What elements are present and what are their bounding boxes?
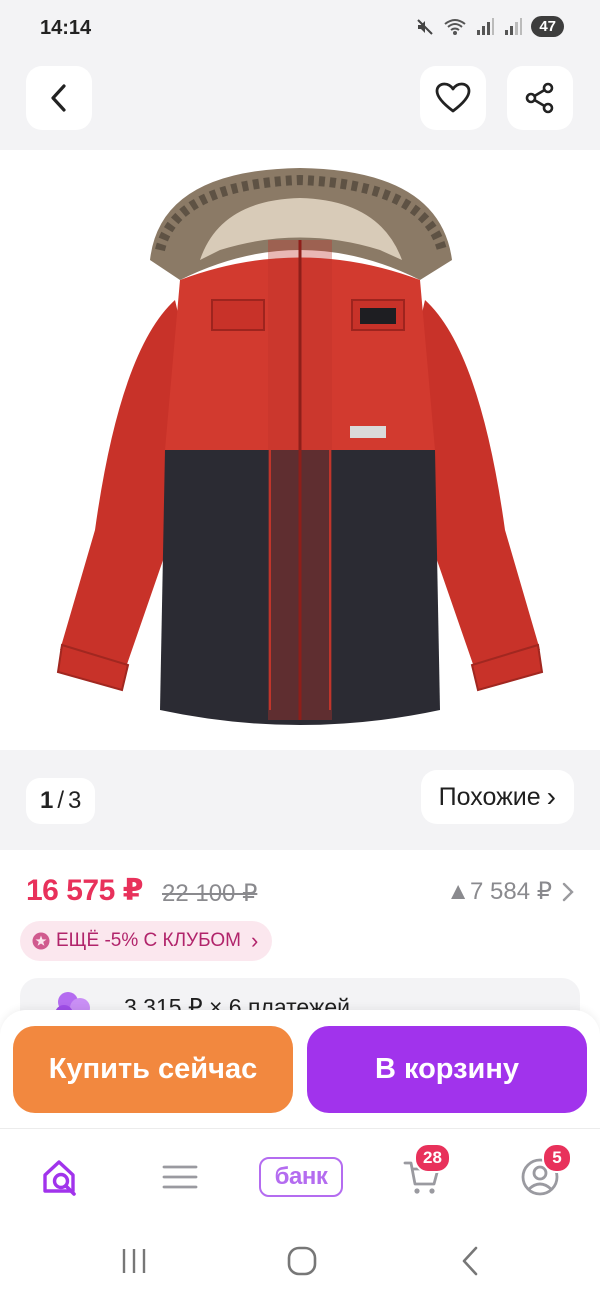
chevron-right-icon	[562, 882, 574, 901]
home-circle-icon	[287, 1246, 317, 1276]
menu-icon	[162, 1165, 198, 1189]
nav-home[interactable]	[30, 1151, 90, 1203]
image-counter-current: 1	[40, 787, 54, 814]
status-time: 14:14	[40, 17, 92, 39]
wifi-icon	[444, 18, 466, 35]
chevron-left-icon	[51, 84, 66, 112]
add-to-cart-button[interactable]: В корзину	[307, 1026, 587, 1113]
bottom-nav: банк 28 5	[0, 1128, 600, 1224]
favorite-button[interactable]	[420, 66, 486, 130]
share-button[interactable]	[507, 66, 573, 130]
club-discount-badge[interactable]: ЕЩЁ -5% С КЛУБОМ ›	[20, 921, 273, 961]
chevron-right-icon: ›	[546, 781, 556, 812]
heart-icon	[435, 82, 471, 113]
nav-catalog[interactable]	[150, 1151, 210, 1203]
current-price: 16 575 ₽	[26, 874, 143, 907]
image-counter-total: 3	[68, 787, 82, 814]
similar-button[interactable]: Похожие ›	[420, 770, 574, 824]
cart-badge: 28	[414, 1143, 451, 1173]
similar-label: Похожие	[438, 782, 541, 811]
product-image[interactable]	[0, 150, 600, 750]
system-back-button[interactable]	[450, 1244, 490, 1278]
header	[0, 58, 600, 150]
recent-apps-icon	[122, 1249, 146, 1273]
image-counter: 1 / 3	[26, 778, 96, 824]
action-panel: Купить сейчас В корзину	[0, 1010, 600, 1128]
home-button[interactable]	[282, 1244, 322, 1278]
star-badge-icon	[32, 932, 50, 950]
share-icon	[525, 82, 554, 114]
mute-icon	[417, 18, 434, 35]
system-nav	[0, 1224, 600, 1299]
old-price: 22 100 ₽	[162, 880, 258, 907]
back-arrow-icon	[462, 1246, 478, 1276]
signal-icon	[477, 17, 495, 35]
battery-indicator: 47	[531, 16, 564, 37]
club-discount-label: ЕЩЁ -5% С КЛУБОМ	[56, 930, 241, 951]
nav-profile[interactable]: 5	[510, 1143, 572, 1203]
status-bar: 14:14 47	[0, 0, 600, 58]
gallery-bar: 1 / 3 Похожие ›	[0, 750, 600, 850]
recent-apps-button[interactable]	[114, 1244, 154, 1278]
price-difference[interactable]: ▲7 584 ₽	[446, 877, 574, 906]
home-search-icon	[43, 1160, 76, 1196]
bank-label: банк	[259, 1157, 343, 1197]
nav-cart[interactable]: 28	[392, 1143, 452, 1203]
price-difference-value: ▲7 584 ₽	[446, 878, 552, 905]
nav-bank[interactable]: банк	[258, 1151, 344, 1203]
signal-icon-2	[505, 17, 523, 35]
chevron-right-icon: ›	[250, 928, 259, 953]
price-row: 16 575 ₽ 22 100 ₽ ▲7 584 ₽	[26, 873, 574, 913]
status-icons: 47	[415, 16, 564, 37]
back-button[interactable]	[26, 66, 92, 130]
image-counter-separator: /	[57, 787, 65, 814]
jacket-image	[56, 168, 544, 725]
profile-badge: 5	[542, 1143, 572, 1173]
buy-now-button[interactable]: Купить сейчас	[13, 1026, 293, 1113]
